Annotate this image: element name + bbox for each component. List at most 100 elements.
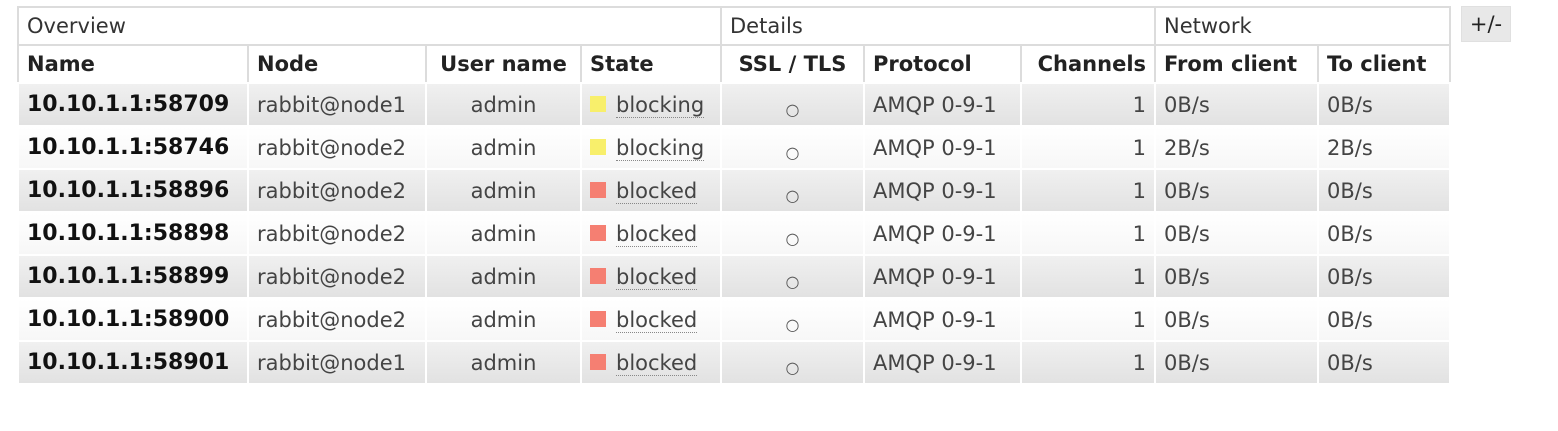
to-client-cell: 0B/s [1317,82,1452,127]
ssl-off-icon: ○ [785,271,800,291]
connection-name-link[interactable]: 10.10.1.1:58898 [17,211,249,256]
to-client-cell: 2B/s [1317,125,1452,170]
user-cell: admin [425,211,582,256]
state-cell: blocked [580,211,722,256]
group-overview: Overview [17,6,722,46]
state-cell: blocking [580,82,722,127]
column-group-header: Overview Details Network [17,6,1452,46]
node-cell: rabbit@node2 [247,254,427,299]
state-label: blocked [616,178,698,204]
channels-cell: 1 [1019,168,1157,213]
user-cell: admin [425,297,582,342]
table-row[interactable]: 10.10.1.1:58898 rabbit@node2 admin blocked ○… [17,211,1452,256]
ssl-cell: ○ [720,254,865,299]
state-indicator-icon [590,138,606,155]
table-row[interactable]: 10.10.1.1:58901 rabbit@node1 admin blocked ○… [17,340,1452,385]
node-cell: rabbit@node1 [247,82,427,127]
channels-cell: 1 [1019,254,1157,299]
col-ssl-header[interactable]: SSL / TLS [720,44,865,84]
connection-name-link[interactable]: 10.10.1.1:58899 [17,254,249,299]
col-from-client-header[interactable]: From client [1154,44,1320,84]
ssl-cell: ○ [720,168,865,213]
connection-name-link[interactable]: 10.10.1.1:58901 [17,340,249,385]
connections-table: Overview Details Network Name Node User … [17,6,1452,385]
protocol-cell: AMQP 0-9-1 [863,125,1022,170]
ssl-off-icon: ○ [785,314,800,334]
state-cell: blocked [580,297,722,342]
protocol-cell: AMQP 0-9-1 [863,340,1022,385]
col-protocol-header[interactable]: Protocol [863,44,1022,84]
protocol-cell: AMQP 0-9-1 [863,211,1022,256]
from-client-cell: 0B/s [1154,168,1320,213]
ssl-cell: ○ [720,82,865,127]
node-cell: rabbit@node2 [247,125,427,170]
table-row[interactable]: 10.10.1.1:58746 rabbit@node2 admin blocking… [17,125,1452,170]
table-row[interactable]: 10.10.1.1:58900 rabbit@node2 admin blocked ○… [17,297,1452,342]
user-cell: admin [425,82,582,127]
state-label: blocking [616,135,705,161]
table-row[interactable]: 10.10.1.1:58899 rabbit@node2 admin blocked ○… [17,254,1452,299]
connection-name-link[interactable]: 10.10.1.1:58896 [17,168,249,213]
state-cell: blocked [580,168,722,213]
state-label: blocked [616,264,698,290]
from-client-cell: 0B/s [1154,254,1320,299]
col-node-header[interactable]: Node [247,44,427,84]
col-channels-header[interactable]: Channels [1019,44,1157,84]
col-to-client-header[interactable]: To client [1317,44,1452,84]
ssl-off-icon: ○ [785,357,800,377]
connection-name-link[interactable]: 10.10.1.1:58709 [17,82,249,127]
col-name-header[interactable]: Name [17,44,249,84]
ssl-off-icon: ○ [785,99,800,119]
col-state-header[interactable]: State [580,44,722,84]
to-client-cell: 0B/s [1317,168,1452,213]
ssl-off-icon: ○ [785,185,800,205]
from-client-cell: 0B/s [1154,340,1320,385]
node-cell: rabbit@node2 [247,297,427,342]
user-cell: admin [425,168,582,213]
protocol-cell: AMQP 0-9-1 [863,297,1022,342]
ssl-off-icon: ○ [785,228,800,248]
state-label: blocked [616,350,698,376]
toggle-columns-button[interactable]: +/- [1461,6,1511,42]
from-client-cell: 0B/s [1154,211,1320,256]
channels-cell: 1 [1019,82,1157,127]
state-cell: blocked [580,340,722,385]
connection-name-link[interactable]: 10.10.1.1:58746 [17,125,249,170]
ssl-cell: ○ [720,211,865,256]
user-cell: admin [425,340,582,385]
ssl-off-icon: ○ [785,142,800,162]
state-label: blocked [616,221,698,247]
state-indicator-icon [590,353,606,370]
state-indicator-icon [590,95,606,112]
state-indicator-icon [590,224,606,241]
table-row[interactable]: 10.10.1.1:58709 rabbit@node1 admin blocking… [17,82,1452,127]
connections-panel: Overview Details Network Name Node User … [0,0,1558,431]
user-cell: admin [425,125,582,170]
protocol-cell: AMQP 0-9-1 [863,168,1022,213]
to-client-cell: 0B/s [1317,340,1452,385]
col-user-header[interactable]: User name [425,44,582,84]
channels-cell: 1 [1019,340,1157,385]
group-network: Network [1154,6,1452,46]
state-label: blocking [616,92,705,118]
node-cell: rabbit@node2 [247,168,427,213]
connections-rows: 10.10.1.1:58709 rabbit@node1 admin blocking… [17,82,1452,385]
ssl-cell: ○ [720,297,865,342]
channels-cell: 1 [1019,211,1157,256]
to-client-cell: 0B/s [1317,254,1452,299]
to-client-cell: 0B/s [1317,211,1452,256]
channels-cell: 1 [1019,125,1157,170]
node-cell: rabbit@node2 [247,211,427,256]
column-header-row: Name Node User name State SSL / TLS Prot… [17,44,1452,84]
ssl-cell: ○ [720,340,865,385]
from-client-cell: 0B/s [1154,82,1320,127]
ssl-cell: ○ [720,125,865,170]
state-indicator-icon [590,267,606,284]
state-label: blocked [616,307,698,333]
connection-name-link[interactable]: 10.10.1.1:58900 [17,297,249,342]
channels-cell: 1 [1019,297,1157,342]
node-cell: rabbit@node1 [247,340,427,385]
state-cell: blocking [580,125,722,170]
state-indicator-icon [590,181,606,198]
table-row[interactable]: 10.10.1.1:58896 rabbit@node2 admin blocked ○… [17,168,1452,213]
